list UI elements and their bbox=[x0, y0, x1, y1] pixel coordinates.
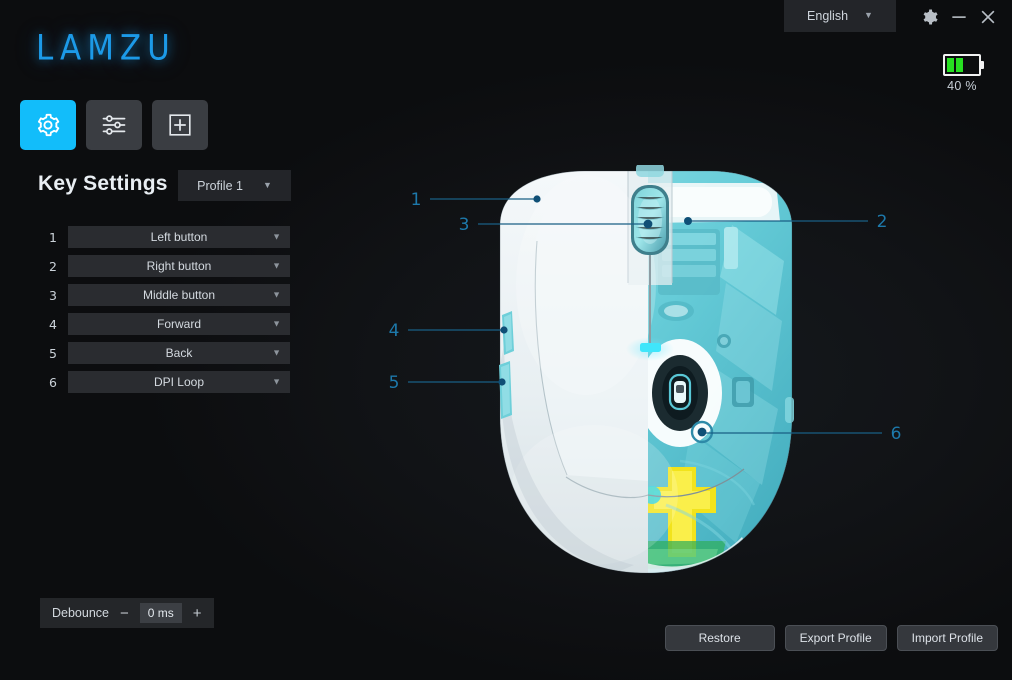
key-index: 3 bbox=[49, 287, 57, 303]
tab-add-macro[interactable] bbox=[152, 100, 208, 150]
chevron-down-icon: ▼ bbox=[272, 289, 281, 300]
key-binding-value: DPI Loop bbox=[153, 375, 205, 389]
key-settings-list: 1 Left button ▼ 2 Right button ▼ 3 Middl… bbox=[38, 226, 298, 400]
key-index: 5 bbox=[49, 345, 57, 361]
minimize-icon bbox=[952, 16, 966, 18]
key-row: 4 Forward ▼ bbox=[38, 313, 298, 335]
restore-button[interactable]: Restore bbox=[664, 625, 775, 651]
language-select[interactable]: English ▼ bbox=[784, 0, 896, 32]
key-binding-select-1[interactable]: Left button ▼ bbox=[68, 226, 290, 248]
chevron-down-icon: ▼ bbox=[272, 318, 281, 329]
sliders-icon bbox=[102, 115, 126, 135]
mouse-diagram: 1 3 4 5 2 6 bbox=[380, 165, 920, 595]
key-binding-select-3[interactable]: Middle button ▼ bbox=[68, 284, 290, 306]
key-row: 2 Right button ▼ bbox=[38, 255, 298, 277]
callout-label-2: 2 bbox=[877, 212, 888, 232]
app-window: English ▼ 40 % LAMZU Key Settings Profil… bbox=[0, 0, 1012, 680]
chevron-down-icon: ▼ bbox=[272, 231, 281, 242]
key-binding-value: Right button bbox=[146, 259, 212, 273]
chevron-down-icon: ▼ bbox=[272, 260, 281, 271]
key-row: 6 DPI Loop ▼ bbox=[38, 371, 298, 393]
profile-value: Profile 1 bbox=[197, 178, 243, 193]
import-profile-button[interactable]: Import Profile bbox=[896, 625, 998, 651]
lamzu-logo: LAMZU bbox=[36, 28, 176, 69]
language-label: English bbox=[807, 9, 849, 23]
profile-select[interactable]: Profile 1 ▼ bbox=[178, 170, 291, 201]
key-binding-select-5[interactable]: Back ▼ bbox=[68, 342, 290, 364]
minimize-button[interactable] bbox=[946, 4, 972, 30]
key-binding-value: Middle button bbox=[142, 288, 216, 302]
debounce-control: Debounce − 0 ms + bbox=[40, 598, 214, 628]
chevron-down-icon: ▼ bbox=[272, 376, 281, 387]
export-profile-button[interactable]: Export Profile bbox=[784, 625, 887, 651]
battery-percent-label: 40 % bbox=[947, 79, 977, 93]
key-row: 1 Left button ▼ bbox=[38, 226, 298, 248]
key-binding-value: Left button bbox=[150, 230, 208, 244]
page-title: Key Settings bbox=[38, 172, 168, 195]
callout-label-5: 5 bbox=[389, 373, 400, 393]
chevron-down-icon: ▼ bbox=[272, 347, 281, 358]
battery-icon bbox=[943, 54, 984, 76]
callout-label-1: 1 bbox=[411, 190, 422, 210]
debounce-value[interactable]: 0 ms bbox=[139, 603, 182, 623]
key-binding-value: Back bbox=[165, 346, 193, 360]
callout-label-6: 6 bbox=[891, 424, 902, 444]
battery-cell bbox=[947, 58, 954, 72]
tab-settings[interactable] bbox=[20, 100, 76, 150]
key-row: 5 Back ▼ bbox=[38, 342, 298, 364]
callout-label-3: 3 bbox=[459, 215, 470, 235]
key-binding-select-2[interactable]: Right button ▼ bbox=[68, 255, 290, 277]
key-index: 2 bbox=[49, 258, 57, 274]
key-index: 4 bbox=[49, 316, 57, 332]
gear-icon bbox=[37, 113, 60, 137]
main-toolbar bbox=[20, 100, 208, 150]
key-index: 6 bbox=[49, 374, 57, 390]
battery-indicator: 40 % bbox=[934, 54, 990, 93]
settings-gear-button[interactable] bbox=[916, 4, 942, 30]
callout-4: 4 bbox=[389, 321, 508, 341]
battery-cell bbox=[956, 58, 963, 72]
debounce-increment-button[interactable]: + bbox=[193, 606, 202, 621]
key-index: 1 bbox=[49, 229, 57, 245]
add-box-icon bbox=[169, 114, 191, 136]
mouse-illustration: 1 3 4 5 2 6 bbox=[389, 165, 902, 574]
action-button-group: Restore Export Profile Import Profile bbox=[664, 625, 998, 651]
key-binding-select-6[interactable]: DPI Loop ▼ bbox=[68, 371, 290, 393]
close-icon bbox=[981, 10, 995, 24]
callout-5: 5 bbox=[389, 373, 506, 393]
key-binding-select-4[interactable]: Forward ▼ bbox=[68, 313, 290, 335]
chevron-down-icon: ▼ bbox=[262, 179, 272, 190]
debounce-label: Debounce bbox=[52, 606, 109, 620]
debounce-decrement-button[interactable]: − bbox=[120, 606, 129, 621]
close-button[interactable] bbox=[975, 4, 1001, 30]
key-binding-value: Forward bbox=[156, 317, 201, 331]
callout-label-4: 4 bbox=[389, 321, 400, 341]
key-row: 3 Middle button ▼ bbox=[38, 284, 298, 306]
chevron-down-icon: ▼ bbox=[864, 10, 873, 20]
gear-icon bbox=[923, 9, 938, 25]
tab-performance[interactable] bbox=[86, 100, 142, 150]
